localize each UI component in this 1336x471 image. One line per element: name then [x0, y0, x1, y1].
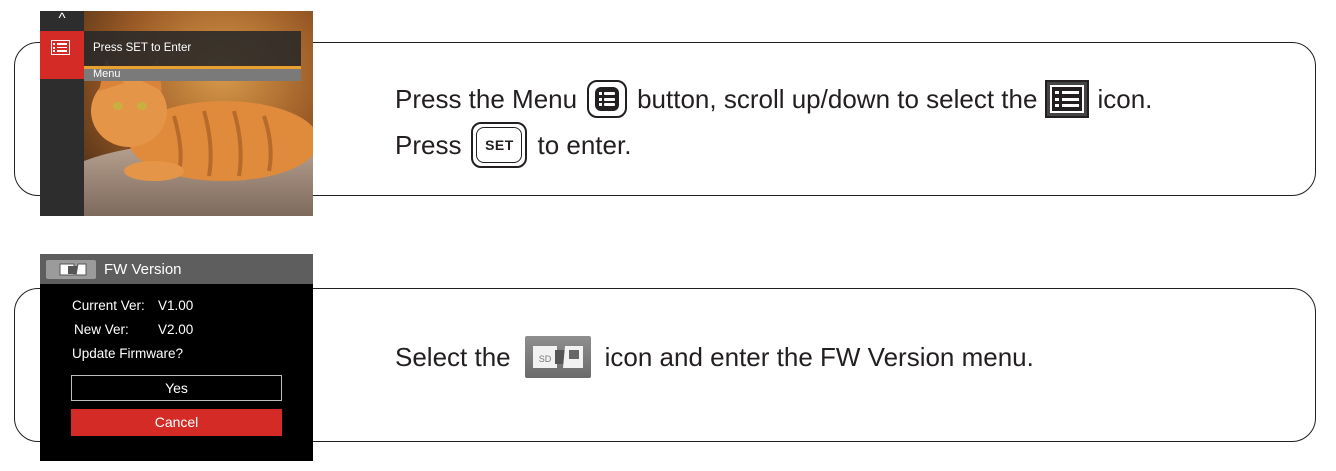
- menu-header: Press SET to Enter: [84, 31, 301, 66]
- menu-button-icon: [587, 80, 628, 118]
- menu-sub-text: Menu: [93, 68, 121, 80]
- step1-text-b: button, scroll up/down to select the: [637, 83, 1038, 114]
- set-key-label: SET: [476, 127, 523, 163]
- step1-line2: Press SET to enter.: [395, 122, 631, 168]
- step1-line1: Press the Menu button, scroll up/down to…: [395, 80, 1152, 118]
- list-menu-icon: [51, 40, 70, 55]
- step1-text-c: icon.: [1097, 83, 1153, 114]
- step2-line: Select the SD icon and enter the FW Vers…: [395, 336, 1034, 378]
- update-prompt: Update Firmware?: [72, 346, 184, 361]
- current-ver-label: Current Ver:: [72, 298, 145, 313]
- sd-icon-text: SD: [538, 354, 551, 364]
- fw-version-screen: FW Version Current Ver: V1.00 New Ver: V…: [40, 254, 313, 461]
- camera-menu-screen: ^ Press SET to Enter Menu: [40, 11, 313, 216]
- step1-text-d: Press: [395, 129, 462, 160]
- fw-titlebar: FW Version: [40, 254, 313, 284]
- set-button-icon: SET: [471, 122, 528, 168]
- current-ver-value: V1.00: [158, 298, 194, 313]
- step2-text-a: Select the: [395, 341, 511, 372]
- sd-card-icon: SD: [524, 336, 591, 378]
- yes-button[interactable]: Yes: [71, 375, 282, 401]
- menu-header-text: Press SET to Enter: [93, 42, 192, 54]
- cancel-button[interactable]: Cancel: [71, 409, 282, 436]
- new-ver-value: V2.00: [158, 322, 194, 337]
- new-ver-label: New Ver:: [74, 322, 129, 337]
- step1-text-a: Press the Menu: [395, 83, 578, 114]
- list-menu-icon: [1045, 80, 1090, 118]
- fw-title: FW Version: [104, 261, 182, 278]
- step2-text-b: icon and enter the FW Version menu.: [604, 341, 1034, 372]
- menu-tab-selected[interactable]: [40, 31, 84, 79]
- chevron-up-icon[interactable]: ^: [52, 11, 72, 27]
- sd-card-icon: [46, 260, 96, 279]
- menu-sub-bar: Menu: [84, 68, 301, 81]
- step1-text-e: to enter.: [537, 129, 632, 160]
